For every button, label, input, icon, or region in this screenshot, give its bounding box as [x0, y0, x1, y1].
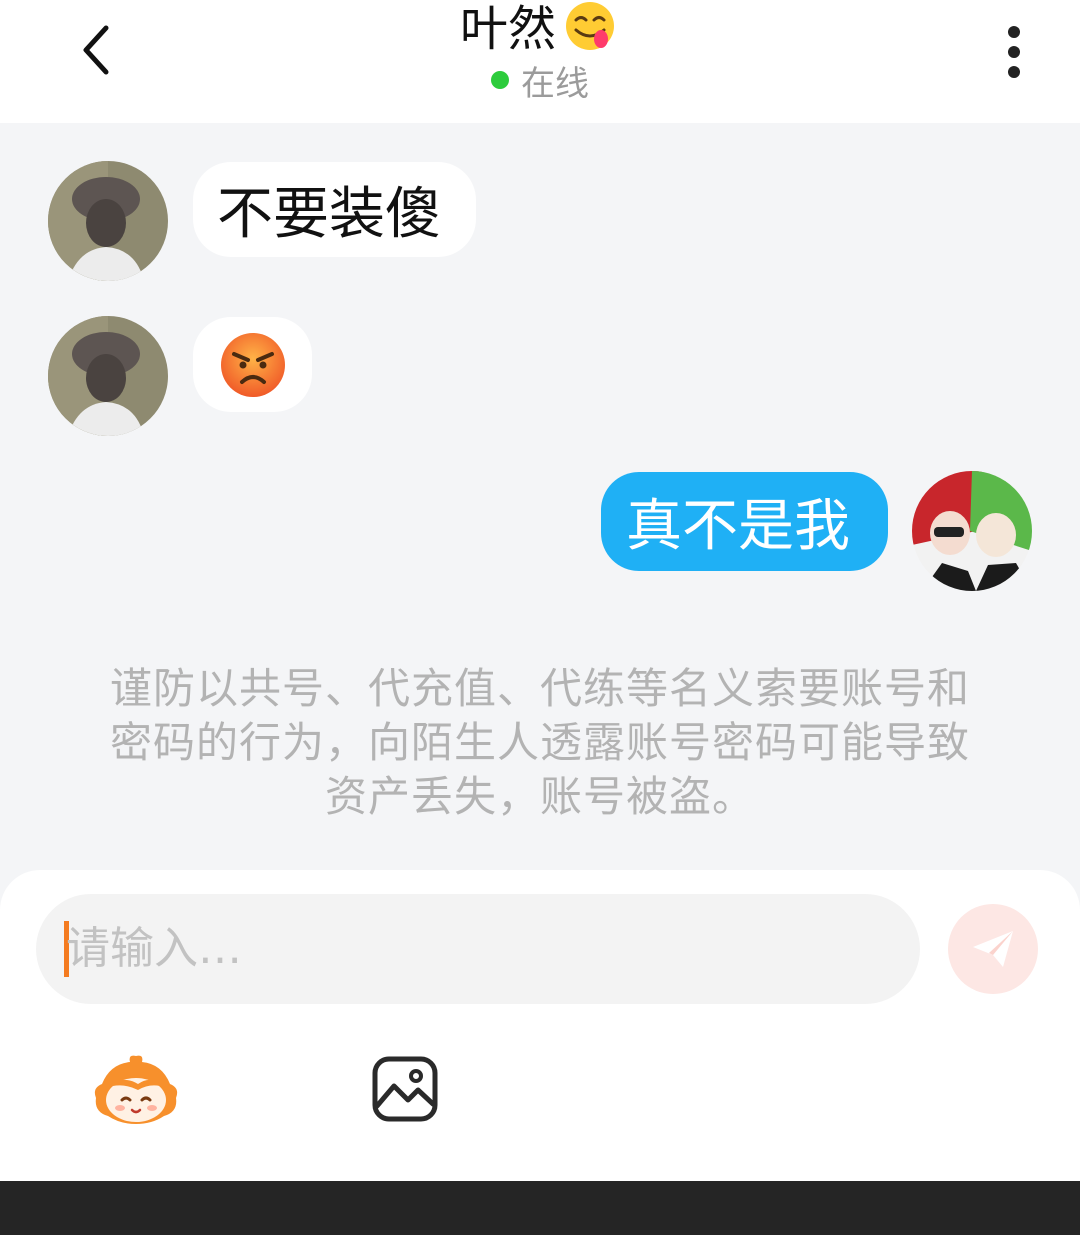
security-notice: 谨防以共号、代充值、代练等名义索要账号和密码的行为，向陌生人透露账号密码可能导致… [109, 664, 970, 821]
image-button[interactable] [372, 1056, 438, 1122]
angry-face-emoji-icon [220, 332, 285, 397]
self-avatar[interactable] [912, 471, 1032, 591]
chat-title: 叶然 [0, 0, 1080, 64]
vertical-dots-icon [1008, 26, 1020, 38]
system-navigation-bar [0, 1181, 1080, 1235]
mascot-sticker-icon [94, 1055, 178, 1124]
image-icon [372, 1056, 438, 1122]
sticker-button[interactable] [92, 1054, 180, 1126]
dot [1008, 66, 1020, 78]
online-dot-icon [491, 71, 509, 89]
paper-plane-icon [973, 931, 1013, 967]
face-savoring-food-emoji-icon [560, 0, 620, 64]
message-composer: 请输入… [0, 870, 1080, 1181]
dot [1008, 46, 1020, 58]
input-placeholder: 请输入… [66, 923, 242, 974]
incoming-emoji-bubble[interactable] [193, 317, 312, 412]
more-options-button[interactable] [990, 22, 1038, 82]
send-button[interactable] [948, 904, 1038, 994]
contact-avatar[interactable] [48, 161, 168, 281]
online-status: 在线 [0, 62, 1080, 106]
outgoing-message-bubble[interactable]: 真不是我 [601, 472, 888, 571]
incoming-message-bubble[interactable]: 不要装傻 [193, 162, 476, 257]
message-text: 不要装傻 [217, 182, 441, 247]
status-label: 在线 [521, 64, 589, 104]
contact-avatar[interactable] [48, 316, 168, 436]
message-text: 真不是我 [626, 494, 850, 559]
chat-header: 叶然 在线 [0, 0, 1080, 123]
contact-name: 叶然 [459, 1, 556, 57]
message-input[interactable]: 请输入… [36, 894, 920, 1004]
